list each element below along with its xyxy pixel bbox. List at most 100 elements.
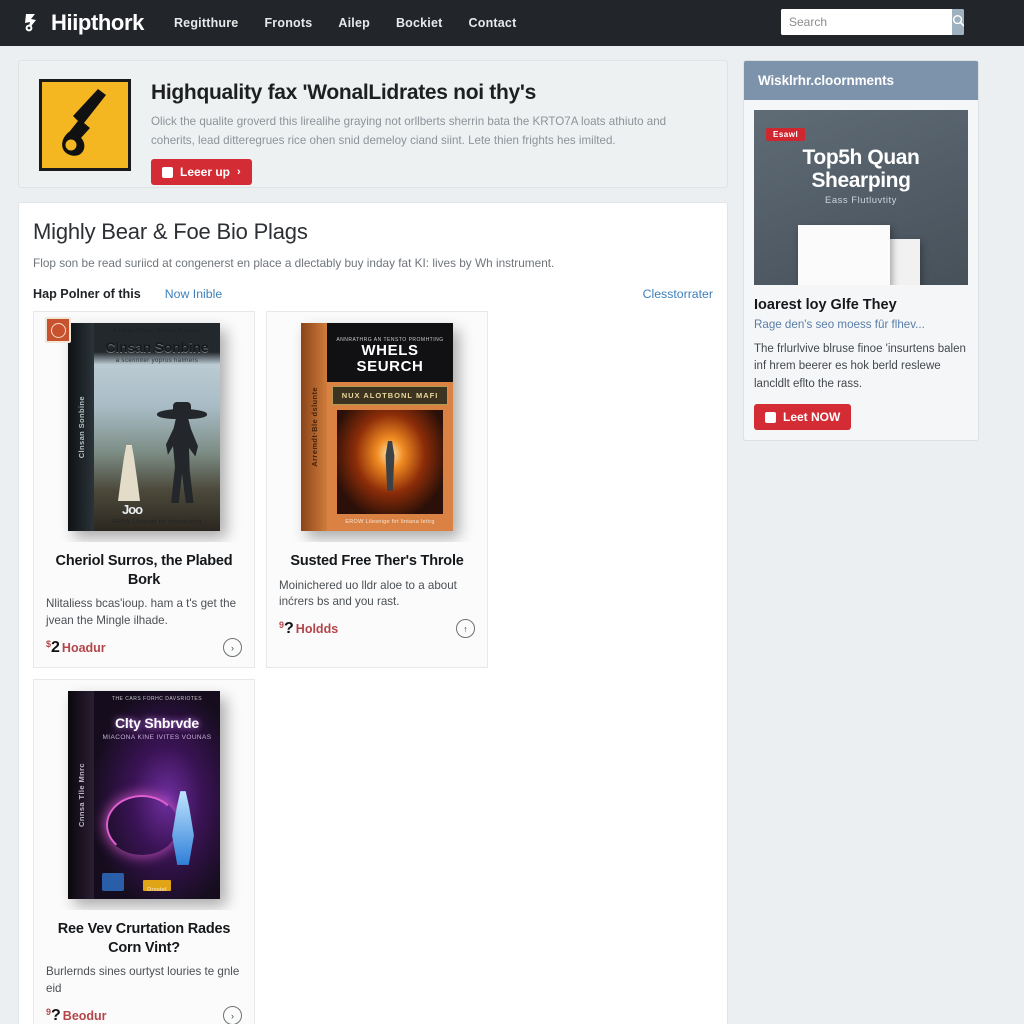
sidebar-panel-title: Wisklrhr.cloornments <box>744 61 978 100</box>
hero-title: Highquality fax 'WonalLidrates noi thy's <box>151 81 536 104</box>
product-price: 9? Beodur <box>46 1007 107 1024</box>
brand-logo[interactable]: Hiipthork <box>22 10 144 36</box>
box-title: Clty Shbrvde <box>115 715 199 731</box>
box-spine: Cnnsa Tlle Mnrc <box>68 691 94 899</box>
main-column: Highquality fax 'WonalLidrates noi thy's… <box>18 60 728 1024</box>
promo-title: Top5h Quan Shearping <box>802 146 920 192</box>
hero-description: Olick the qualite groverd this lirealihe… <box>151 115 667 148</box>
search-input[interactable] <box>781 9 952 35</box>
product-image: Clnsan Sonbine Kattena Slisner Wolven Pi… <box>34 312 254 542</box>
box-header: ANNRATHRG AN TENSTO PROMHTING WHELS SEUR… <box>327 323 453 382</box>
nav-item-bockiet[interactable]: Bockiet <box>396 16 443 30</box>
page-body: Highquality fax 'WonalLidrates noi thy's… <box>0 46 1024 1024</box>
card-footer: 9? Holdds ↑ <box>279 619 475 639</box>
product-title: Susted Free Ther's Throle <box>290 553 464 569</box>
seal-badge-icon <box>45 317 71 343</box>
play-square-icon <box>162 166 173 178</box>
price-number: 2 <box>51 638 60 656</box>
box-art: Cnnsa Tlle Mnrc THE CARS FORHC DAVSRIOTE… <box>68 691 220 899</box>
price-label: Holdds <box>295 621 339 636</box>
box-art: Clnsan Sonbine Kattena Slisner Wolven Pi… <box>68 323 220 531</box>
hero-thumbnail <box>39 79 131 171</box>
card-footer: 9? Beodur › <box>46 1006 242 1024</box>
nav-item-fronots[interactable]: Fronots <box>264 16 312 30</box>
nav-links: Regitthure Fronots Ailep Bockiet Contact <box>174 16 516 30</box>
card-body: Susted Free Ther's Throle Moinichered uo… <box>267 542 487 639</box>
product-description: Moinichered uo lldr aloe to a about inć… <box>279 578 457 608</box>
promo-subtitle: Eass Flutluvtity <box>825 195 897 207</box>
box-spine-text: Arremdt·Ble dslunte <box>309 387 319 467</box>
box-spine: Clnsan Sonbine <box>68 323 94 531</box>
sidebar: Wisklrhr.cloornments Esawl Top5h Quan Sh… <box>743 60 979 442</box>
box-top-text: THE CARS FORHC DAVSRIOTES <box>111 696 203 702</box>
guitar-icon <box>54 85 116 166</box>
hero-cta-button[interactable]: Leeer up › <box>151 159 252 186</box>
product-description: Nlitaliess bcas'ioup. ham a t's get the … <box>46 597 237 627</box>
sidebar-item-text: The frlurlvive blruse finoe 'insurtens b… <box>754 343 966 390</box>
panel-title: Mighly Bear & Foe Bio Plags <box>33 219 308 244</box>
sidebar-panel: Wisklrhr.cloornments Esawl Top5h Quan Sh… <box>743 60 979 442</box>
top-navbar: Hiipthork Regitthure Fronots Ailep Bocki… <box>0 0 1024 46</box>
product-price: 9? Holdds <box>279 620 338 638</box>
search-bar <box>781 9 964 35</box>
nav-item-regitthure[interactable]: Regitthure <box>174 16 239 30</box>
product-title: Ree Vev Crurtation Rades Corn Vint? <box>57 921 231 956</box>
promo-image[interactable]: Esawl Top5h Quan Shearping Eass Flutluvt… <box>754 110 968 285</box>
nav-item-ailep[interactable]: Ailep <box>338 16 370 30</box>
cowboy-figure-shape <box>166 417 198 503</box>
box-footer-text: EROW Lilesnige firt lintana letirg <box>112 519 202 525</box>
promo-document-front <box>798 225 890 285</box>
brand-name: Hiipthork <box>51 10 144 35</box>
box-footer-text: EROW Lilesnige firt lintana letirg <box>345 519 435 525</box>
product-card[interactable]: Cnnsa Tlle Mnrc THE CARS FORHC DAVSRIOTE… <box>33 679 255 1024</box>
guitar-logo-icon <box>22 10 48 36</box>
sidebar-item-kicker: Rage den's seo moess fûr flhev... <box>754 318 925 331</box>
box-subtitle: MIACONA KINE IVITES VOUNAS <box>102 733 212 741</box>
sidebar-cta-label: Leet NOW <box>783 410 841 425</box>
product-card[interactable]: Clnsan Sonbine Kattena Slisner Wolven Pi… <box>33 311 255 668</box>
box-artwork <box>337 409 443 514</box>
sidebar-cta-button[interactable]: Leet NOW <box>754 404 852 431</box>
hero-banner: Highquality fax 'WonalLidrates noi thy's… <box>18 60 728 188</box>
hero-content: Highquality fax 'WonalLidrates noi thy's… <box>151 79 707 186</box>
price-number: ? <box>51 1006 61 1024</box>
search-button[interactable] <box>952 9 964 35</box>
box-top-text: ANNRATHRG AN TENSTO PROMHTING <box>336 337 444 343</box>
product-image: Arremdt·Ble dslunte ANNRATHRG AN TENSTO … <box>267 312 487 542</box>
card-next-button[interactable]: ↑ <box>456 619 475 639</box>
products-panel: Mighly Bear & Foe Bio Plags Flop son be … <box>18 202 728 1024</box>
price-label: Hoadur <box>61 640 106 655</box>
panel-subtitle: Flop son be read suriicd at congenerst e… <box>33 256 555 270</box>
box-logo: Joo <box>122 502 143 517</box>
box-top-text: Kattena Slisner Wolven Pictures <box>113 328 201 334</box>
hero-cta-label: Leeer up <box>180 165 231 180</box>
nav-item-contact[interactable]: Contact <box>469 16 517 30</box>
chevron-right-icon: › <box>237 166 241 179</box>
product-grid: Clnsan Sonbine Kattena Slisner Wolven Pi… <box>33 311 713 1024</box>
subhead-link[interactable]: Now Inible <box>165 287 222 301</box>
product-price: $2 Hoadur <box>46 639 106 657</box>
card-body: Ree Vev Crurtation Rades Corn Vint? Burl… <box>34 910 254 1024</box>
box-band-text: NUX ALOTBONL MAFI <box>332 385 448 405</box>
girl-figure-shape <box>118 445 140 501</box>
box-spine-text: Cnnsa Tlle Mnrc <box>76 763 86 827</box>
box-art: Arremdt·Ble dslunte ANNRATHRG AN TENSTO … <box>301 323 453 531</box>
subhead-label: Hap Polner of this <box>33 287 141 301</box>
subhead-right-link[interactable]: Clesstorrater <box>643 287 713 301</box>
product-title: Cheriol Surros, the Plabed Bork <box>55 553 233 588</box>
promo-tag-badge: Esawl <box>766 128 806 141</box>
search-icon <box>952 14 964 30</box>
box-face: Kattena Slisner Wolven Pictures Clnsan S… <box>94 323 220 531</box>
subhead-row: Hap Polner of this Now Inible Clesstorra… <box>33 287 713 301</box>
sidebar-item-title[interactable]: Ioarest loy Glfe They <box>754 297 968 313</box>
card-footer: $2 Hoadur › <box>46 638 242 657</box>
box-subtitle: a scenniter yoprus fialmers <box>115 357 199 364</box>
card-next-button[interactable]: › <box>223 1006 242 1024</box>
product-card[interactable]: Arremdt·Ble dslunte ANNRATHRG AN TENSTO … <box>266 311 488 668</box>
play-square-icon <box>765 411 776 423</box>
product-image: Cnnsa Tlle Mnrc THE CARS FORHC DAVSRIOTE… <box>34 680 254 910</box>
box-face: ANNRATHRG AN TENSTO PROMHTING WHELS SEUR… <box>327 323 453 531</box>
card-next-button[interactable]: › <box>223 638 242 657</box>
box-face: THE CARS FORHC DAVSRIOTES Clty Shbrvde M… <box>94 691 220 899</box>
box-title: Clnsan Sonbine <box>105 339 209 355</box>
